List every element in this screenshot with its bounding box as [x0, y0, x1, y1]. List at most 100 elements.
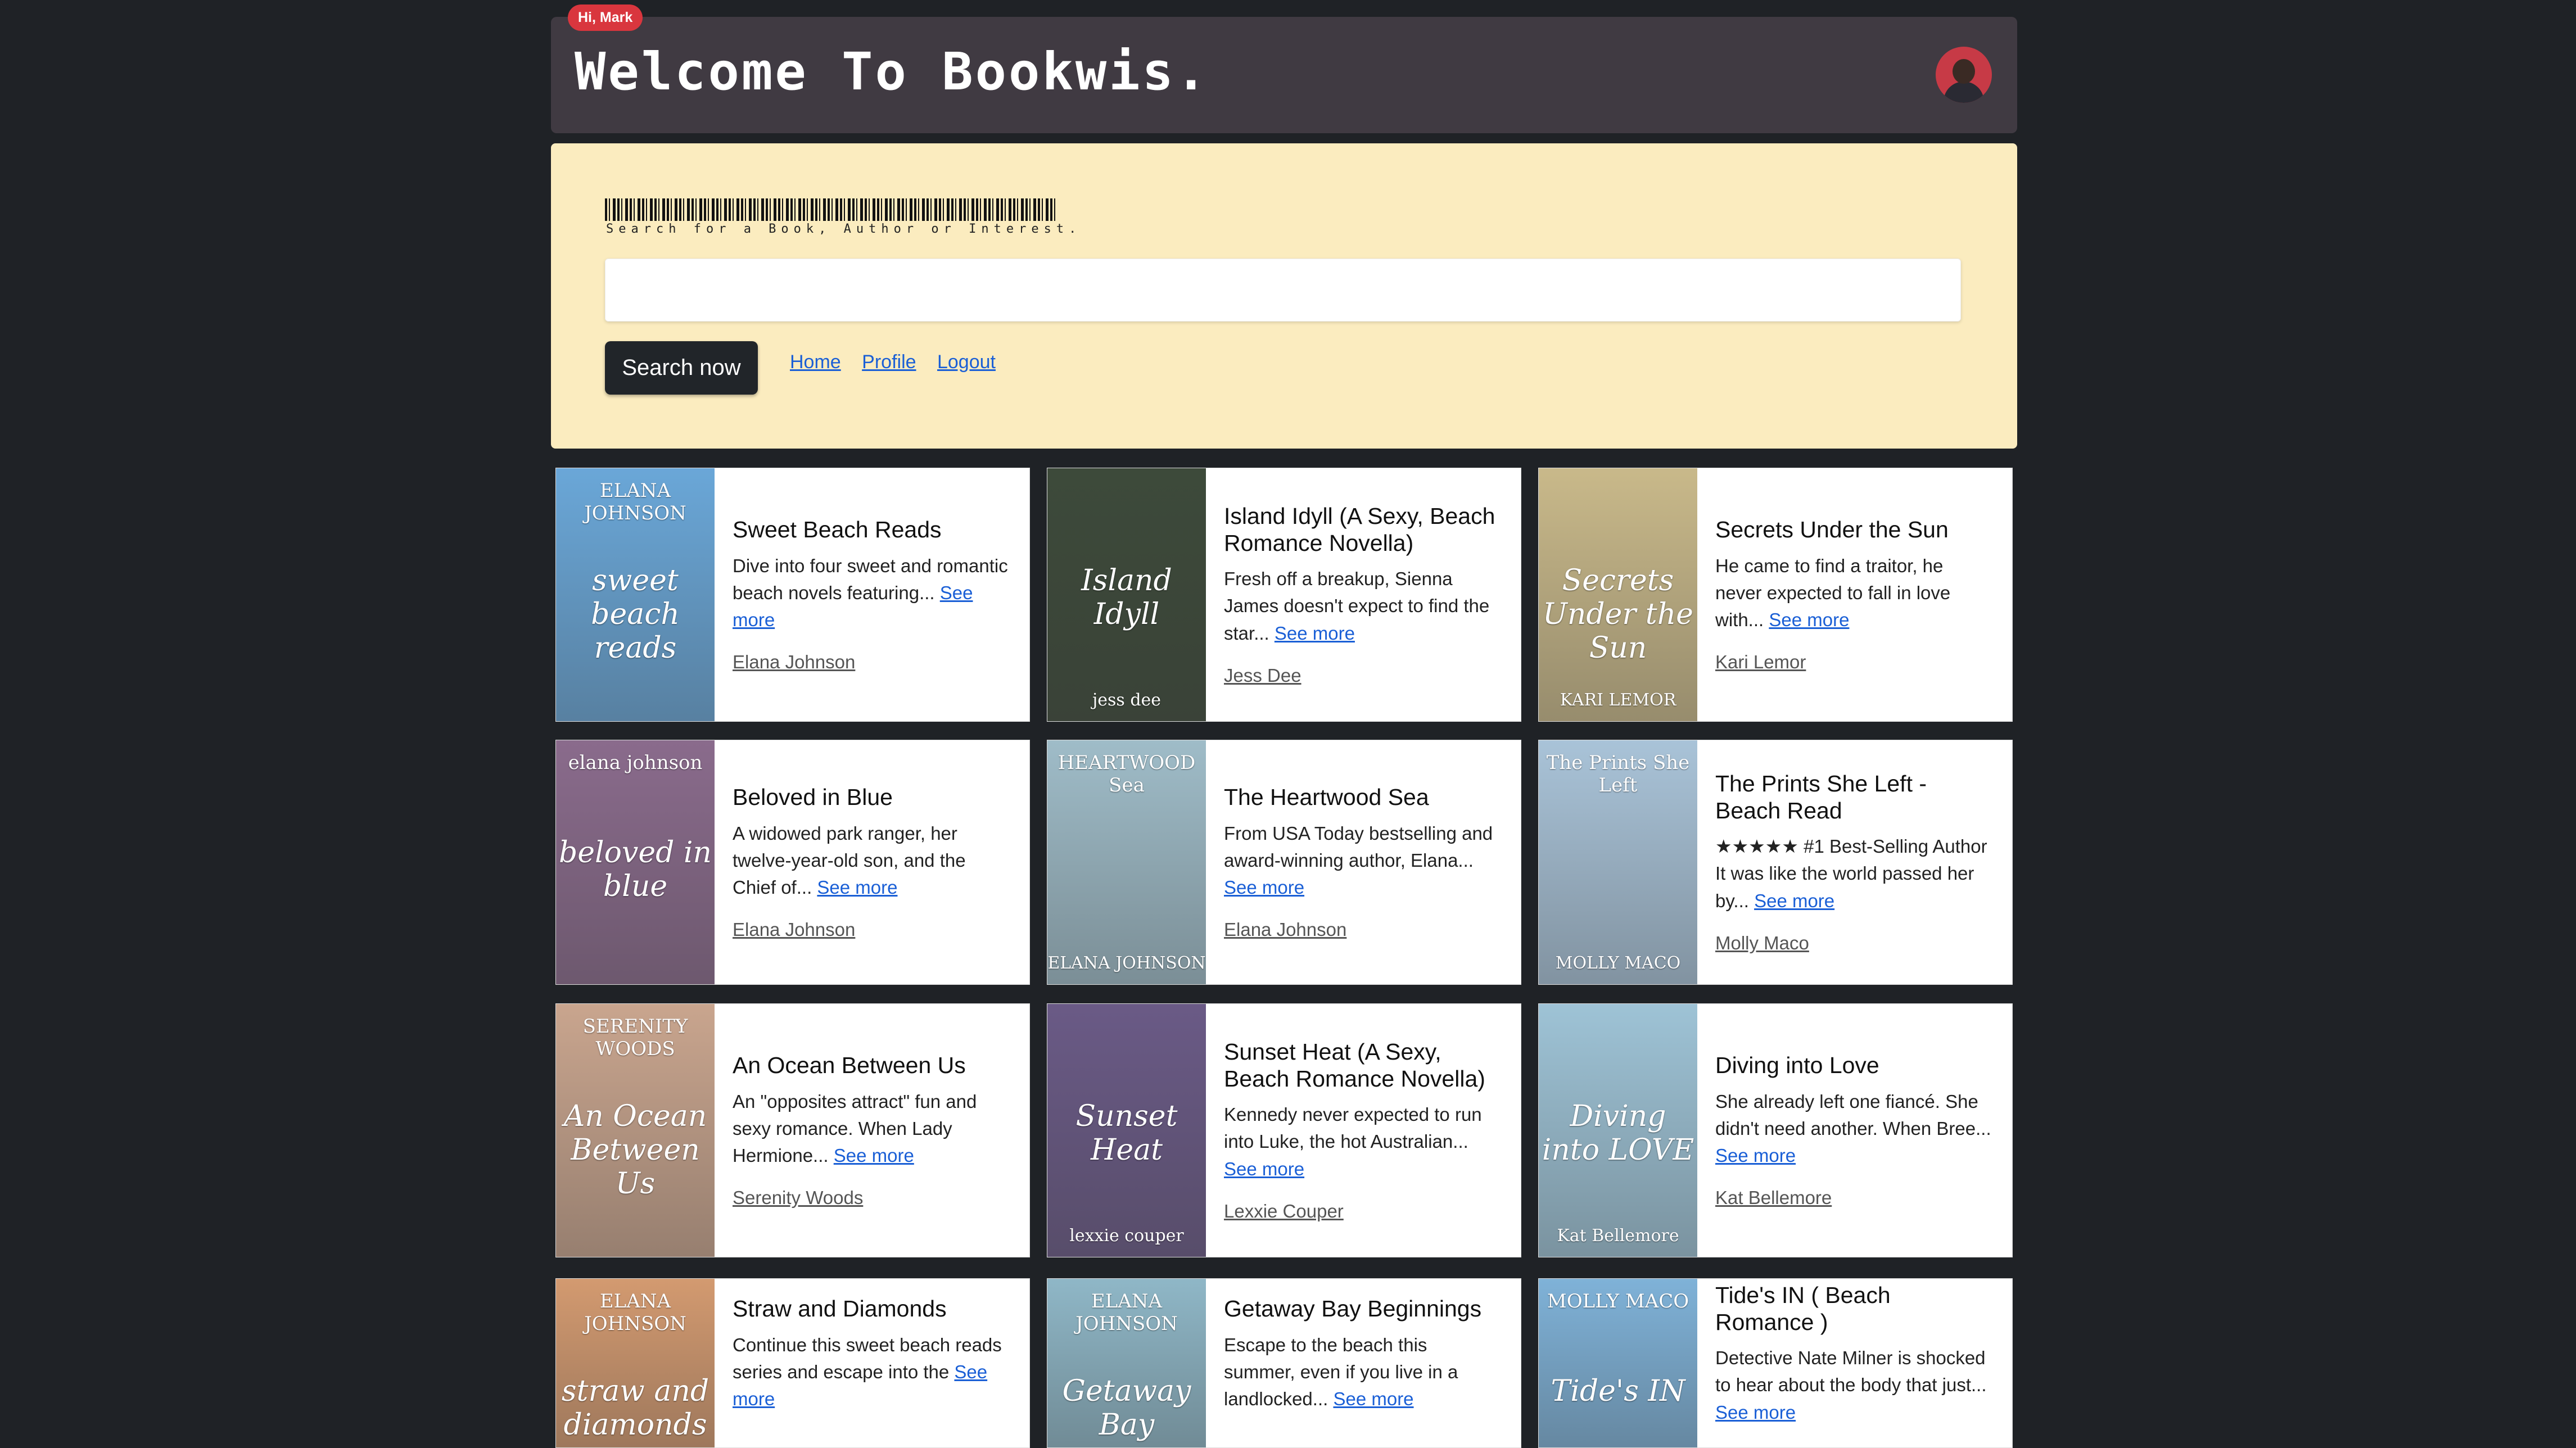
book-description: A widowed park ranger, her twelve-year-o…: [733, 822, 966, 898]
book-author-link[interactable]: Molly Maco: [1715, 933, 1994, 954]
cover-text: jess dee: [1092, 690, 1162, 710]
see-more-link[interactable]: See more: [817, 877, 897, 898]
book-cover-image[interactable]: HEARTWOOD Sea ELANA JOHNSON: [1047, 740, 1206, 984]
book-author-link[interactable]: Kari Lemor: [1715, 651, 1994, 673]
search-panel: Search for a Book, Author or Interest. S…: [551, 143, 2017, 449]
app-container: Hi, Mark Welcome To Bookwis. Search for …: [551, 4, 2017, 449]
book-author-link[interactable]: Jess Dee: [1224, 665, 1503, 686]
cover-text: sweet beach reads: [591, 564, 680, 665]
book-description: From USA Today bestselling and award-win…: [1224, 822, 1493, 898]
see-more-link[interactable]: See more: [1715, 1145, 1796, 1166]
book-cover-image[interactable]: Secrets Under the Sun KARI LEMOR: [1539, 468, 1697, 721]
book-cover-image[interactable]: Island Idyll jess dee: [1047, 468, 1206, 721]
avatar[interactable]: [1936, 47, 1992, 103]
see-more-link[interactable]: See more: [1333, 1388, 1413, 1409]
book-author-link[interactable]: Lexxie Couper: [1224, 1201, 1503, 1222]
book-title: Tide's IN ( Beach Romance ): [1715, 1282, 1891, 1335]
barcode-icon: [605, 198, 1057, 221]
cover-text: Getaway Bay: [1062, 1374, 1191, 1442]
cover-text: HEARTWOOD Sea: [1057, 752, 1196, 797]
nav-profile-link[interactable]: Profile: [862, 351, 916, 373]
book-description: Dive into four sweet and romantic beach …: [733, 555, 1008, 630]
book-title: Beloved in Blue: [733, 784, 893, 810]
book-card[interactable]: elana johnson beloved in blue Beloved in B…: [555, 740, 1030, 985]
book-author-link[interactable]: Elana Johnson: [1224, 919, 1503, 940]
search-label: Search for a Book, Author or Interest.: [606, 222, 1082, 236]
book-info: Beloved in Blue A widowed park ranger, he…: [715, 740, 1029, 984]
header-banner: Hi, Mark Welcome To Bookwis.: [551, 4, 2017, 133]
book-title: Diving into Love: [1715, 1052, 1879, 1078]
book-info: Island Idyll (A Sexy, Beach Romance Nove…: [1206, 468, 1521, 721]
book-author-link[interactable]: Elana Johnson: [733, 919, 1011, 940]
book-cover-image[interactable]: elana johnson beloved in blue: [556, 740, 715, 984]
cover-text: ELANA JOHNSON: [584, 479, 686, 524]
cover-text: MOLLY MACO: [1555, 953, 1681, 973]
book-card[interactable]: MOLLY MACO Tide's IN Tide's IN ( Beach Rom…: [1538, 1278, 2013, 1448]
book-title: Sweet Beach Reads: [733, 516, 942, 542]
see-more-link[interactable]: See more: [1769, 609, 1849, 630]
cover-text: Tide's IN: [1551, 1374, 1685, 1408]
book-title: Straw and Diamonds: [733, 1295, 947, 1322]
book-card[interactable]: ELANA JOHNSON Getaway Bay Getaway Bay Begi…: [1047, 1278, 1521, 1448]
cover-text: SERENITY WOODS: [582, 1015, 688, 1060]
book-author-link[interactable]: Elana Johnson: [733, 651, 1011, 673]
book-info: The Heartwood Sea From USA Today bestsell…: [1206, 740, 1521, 984]
book-card[interactable]: Secrets Under the Sun KARI LEMOR Secrets U…: [1538, 468, 2013, 722]
nav-home-link[interactable]: Home: [790, 351, 841, 373]
cover-text: Secrets Under the Sun: [1543, 564, 1693, 665]
see-more-link[interactable]: See more: [733, 582, 973, 630]
cover-text: Diving into LOVE: [1542, 1099, 1694, 1167]
book-cover-image[interactable]: ELANA JOHNSON straw and diamonds: [556, 1279, 715, 1447]
see-more-link[interactable]: See more: [733, 1361, 987, 1409]
book-card[interactable]: HEARTWOOD Sea ELANA JOHNSON The Heartwood …: [1047, 740, 1521, 985]
book-author-link[interactable]: Serenity Woods: [733, 1187, 1011, 1209]
search-input[interactable]: [605, 259, 1961, 322]
search-button[interactable]: Search now: [605, 341, 758, 395]
cover-text: lexxie couper: [1069, 1226, 1184, 1246]
book-card[interactable]: Sunset Heat lexxie couper Sunset Heat (A S…: [1047, 1003, 1521, 1257]
book-card[interactable]: Island Idyll jess dee Island Idyll (A Sexy…: [1047, 468, 1521, 722]
book-info: Sweet Beach Reads Dive into four sweet an…: [715, 468, 1029, 721]
book-card[interactable]: Diving into LOVE Kat Bellemore Diving into…: [1538, 1003, 2013, 1257]
see-more-link[interactable]: See more: [1275, 623, 1355, 644]
book-card[interactable]: ELANA JOHNSON straw and diamonds Straw and…: [555, 1278, 1030, 1448]
cover-text: The Prints She Left: [1546, 752, 1690, 797]
book-info: Getaway Bay Beginnings Escape to the beac…: [1206, 1279, 1521, 1447]
book-title: Secrets Under the Sun: [1715, 516, 1949, 542]
book-description: ★★★★★ #1 Best-Selling Author It was like…: [1715, 836, 1987, 911]
book-cover-image[interactable]: Sunset Heat lexxie couper: [1047, 1004, 1206, 1257]
see-more-link[interactable]: See more: [1224, 1159, 1304, 1179]
book-cover-image[interactable]: ELANA JOHNSON Getaway Bay: [1047, 1279, 1206, 1447]
book-description: She already left one fiancé. She didn't …: [1715, 1090, 1991, 1166]
cover-text: Island Idyll: [1081, 564, 1172, 631]
see-more-link[interactable]: See more: [1224, 877, 1304, 898]
book-cover-image[interactable]: The Prints She Left MOLLY MACO: [1539, 740, 1697, 984]
book-cover-image[interactable]: SERENITY WOODS An Ocean Between Us: [556, 1004, 715, 1257]
book-card[interactable]: ELANA JOHNSON sweet beach reads Sweet Beac…: [555, 468, 1030, 722]
book-info: Diving into Love She already left one fia…: [1697, 1004, 2012, 1257]
avatar-body-shape: [1944, 82, 1984, 103]
book-author-link[interactable]: Kat Bellemore: [1715, 1187, 1994, 1209]
book-cover-image[interactable]: ELANA JOHNSON sweet beach reads: [556, 468, 715, 721]
book-info: Sunset Heat (A Sexy, Beach Romance Novel…: [1206, 1004, 1521, 1257]
cover-text: elana johnson: [568, 752, 703, 774]
book-title: The Heartwood Sea: [1224, 784, 1429, 810]
cover-text: ELANA JOHNSON: [1075, 1290, 1178, 1335]
see-more-link[interactable]: See more: [1754, 890, 1834, 911]
book-card[interactable]: SERENITY WOODS An Ocean Between Us An Ocea…: [555, 1003, 1030, 1257]
book-info: Straw and Diamonds Continue this sweet be…: [715, 1279, 1029, 1447]
see-more-link[interactable]: See more: [834, 1145, 914, 1166]
book-info: Tide's IN ( Beach Romance ) Detective Nat…: [1697, 1279, 2012, 1447]
cover-text: Kat Bellemore: [1557, 1226, 1679, 1246]
see-more-link[interactable]: See more: [1715, 1402, 1796, 1423]
book-title: Sunset Heat (A Sexy, Beach Romance Novel…: [1224, 1039, 1485, 1092]
book-cover-image[interactable]: Diving into LOVE Kat Bellemore: [1539, 1004, 1697, 1257]
book-title: Getaway Bay Beginnings: [1224, 1295, 1482, 1322]
book-cover-image[interactable]: MOLLY MACO Tide's IN: [1539, 1279, 1697, 1447]
book-card[interactable]: The Prints She Left MOLLY MACO The Prints …: [1538, 740, 2013, 985]
book-title: Island Idyll (A Sexy, Beach Romance Nove…: [1224, 503, 1495, 556]
book-title: The Prints She Left - Beach Read: [1715, 771, 1927, 823]
cover-text: ELANA JOHNSON: [584, 1290, 686, 1335]
page-title: Welcome To Bookwis.: [575, 42, 1209, 102]
nav-logout-link[interactable]: Logout: [937, 351, 996, 373]
